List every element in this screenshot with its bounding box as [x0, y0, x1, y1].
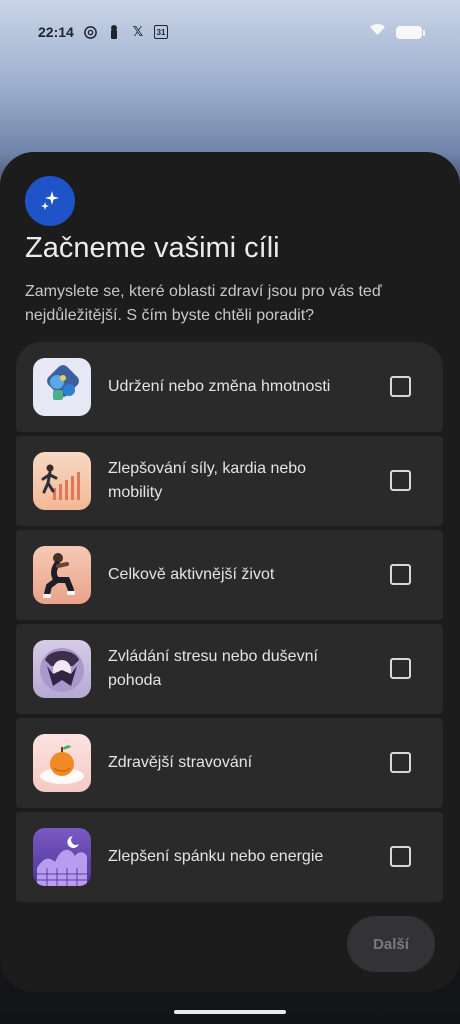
goal-checkbox[interactable]: [390, 658, 411, 679]
status-bar: 22:14 𝕏 31: [0, 0, 460, 70]
goals-list: Udržení nebo změna hmotnosti Zlepšování …: [16, 342, 443, 902]
runner-illustration: [33, 452, 91, 510]
goal-label: Zvládání stresu nebo duševní pohoda: [108, 648, 318, 689]
goal-item-fitness[interactable]: Zlepšování síly, kardia nebo mobility: [16, 436, 443, 526]
goal-checkbox[interactable]: [390, 564, 411, 585]
page-title: Začneme vašimi cíli: [25, 232, 280, 264]
squat-exercise-illustration: [33, 546, 91, 604]
goal-label: Zlepšování síly, kardia nebo mobility: [108, 460, 307, 501]
orange-fruit-illustration: [33, 734, 91, 792]
goal-item-sleep[interactable]: Zlepšení spánku nebo energie: [16, 812, 443, 902]
notification-icons: 𝕏 31: [82, 24, 168, 40]
goals-bottom-sheet: Začneme vašimi cíli Zamyslete se, které …: [0, 152, 460, 992]
battery-icon: [396, 25, 425, 39]
next-button[interactable]: Další: [347, 916, 435, 972]
sparkle-badge: [25, 176, 75, 226]
calm-person-illustration: [33, 640, 91, 698]
goal-checkbox[interactable]: [390, 846, 411, 867]
lock-key-icon: [106, 24, 122, 40]
goal-item-stress[interactable]: Zvládání stresu nebo duševní pohoda: [16, 624, 443, 714]
calendar-date: 31: [156, 27, 166, 37]
goal-label: Zlepšení spánku nebo energie: [108, 848, 324, 865]
goal-label: Celkově aktivnější život: [108, 566, 275, 583]
goal-checkbox[interactable]: [390, 752, 411, 773]
goal-item-weight[interactable]: Udržení nebo změna hmotnosti: [16, 342, 443, 432]
weight-goal-illustration: [33, 358, 91, 416]
goal-checkbox[interactable]: [390, 376, 411, 397]
calendar-31-icon: 31: [154, 25, 168, 39]
goal-checkbox[interactable]: [390, 470, 411, 491]
goal-label: Udržení nebo změna hmotnosti: [108, 378, 331, 395]
sparkle-icon: [41, 191, 59, 210]
wifi-icon: [369, 23, 386, 41]
goal-item-active[interactable]: Celkově aktivnější život: [16, 530, 443, 620]
x-icon: 𝕏: [132, 24, 144, 39]
openai-icon: [82, 24, 98, 40]
page-subtitle: Zamyslete se, které oblasti zdraví jsou …: [25, 283, 382, 324]
home-indicator[interactable]: [174, 1010, 286, 1014]
status-time: 22:14: [38, 24, 74, 40]
moon-sleep-illustration: [33, 828, 91, 886]
goal-label: Zdravější stravování: [108, 754, 253, 771]
goal-item-nutrition[interactable]: Zdravější stravování: [16, 718, 443, 808]
system-icons: [369, 23, 425, 41]
